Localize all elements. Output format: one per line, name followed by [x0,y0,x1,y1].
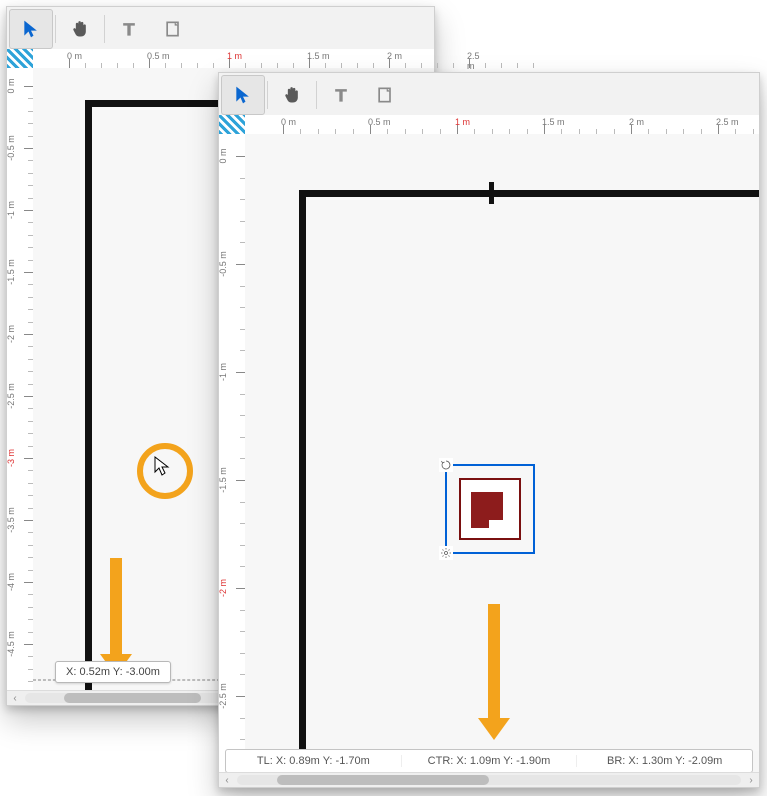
ruler-vertical[interactable]: 0 m -0.5 m -1 m -1.5 m -2 m -2.5 m [219,134,246,787]
scroll-left-button[interactable]: ‹ [7,691,23,705]
rectangle-tool-button[interactable] [363,75,407,115]
ruler-tick-label: -3.5 m [6,507,16,533]
placed-object-fill [471,492,503,520]
toolbar-separator [267,81,268,109]
ruler-origin[interactable] [219,115,246,135]
text-tool-button[interactable] [107,9,151,49]
ruler-tick-label: -2.5 m [6,383,16,409]
scroll-left-button[interactable]: ‹ [219,773,235,787]
ruler-tick-label: -3 m [6,449,16,467]
wall-vertical [85,100,92,690]
pan-tool-button[interactable] [58,9,102,49]
toolbar-separator [104,15,105,43]
text-icon [119,19,139,39]
wall-horizontal [299,190,759,197]
ruler-tick-label: -2.5 m [218,683,228,709]
placed-object-fill [471,518,489,528]
toolbar-separator [55,15,56,43]
status-bar: TL: X: 0.89m Y: -1.70m CTR: X: 1.09m Y: … [225,749,753,773]
rectangle-tool-button[interactable] [151,9,195,49]
coordinate-tooltip: X: 0.52m Y: -3.00m [55,661,171,683]
select-tool-button[interactable] [9,9,53,49]
ruler-tick-label: 0 m [218,148,228,163]
attention-arrow [105,558,127,678]
scroll-thumb[interactable] [277,775,489,785]
select-tool-button[interactable] [221,75,265,115]
text-icon [331,85,351,105]
wall-joint [489,182,494,204]
ruler-origin[interactable] [7,49,34,69]
ruler-tick-label: 0 m [6,78,16,93]
scroll-track[interactable] [237,775,741,785]
scroll-right-button[interactable]: › [743,773,759,787]
wall-vertical [299,190,306,750]
ruler-tick-label: -4 m [6,573,16,591]
text-tool-button[interactable] [319,75,363,115]
ruler-tick-label: -1.5 m [6,259,16,285]
hand-icon [282,85,302,105]
toolbar [219,73,759,118]
toolbar [7,7,434,52]
scroll-thumb[interactable] [64,693,201,703]
selection-box[interactable] [445,464,535,554]
ruler-tick-label: -0.5 m [218,251,228,277]
ruler-tick-label: -1 m [6,201,16,219]
ruler-tick-label: 2.5 m [716,117,739,127]
hand-icon [70,19,90,39]
ruler-tick-label: -1 m [218,363,228,381]
canvas[interactable] [245,134,759,751]
ruler-tick-label: -4.5 m [6,631,16,657]
ruler-tick-label: -2 m [218,579,228,597]
ruler-tick-label: 1.5 m [307,51,330,61]
canvas-area[interactable]: 0 m0.5 m1 m1.5 m2 m2.5 m 0 m -0.5 m -1 m -1… [219,115,759,787]
scrollbar-horizontal[interactable]: ‹ › [219,772,759,787]
pan-tool-button[interactable] [270,75,314,115]
editor-window-right: 0 m0.5 m1 m1.5 m2 m2.5 m 0 m -0.5 m -1 m -1… [218,72,760,788]
page-icon [375,85,395,105]
status-tl: TL: X: 0.89m Y: -1.70m [226,755,402,767]
ruler-horizontal[interactable]: 0 m0.5 m1 m1.5 m2 m2.5 m [245,115,759,135]
mouse-cursor-icon [154,456,170,479]
ruler-tick-label: -2 m [6,325,16,343]
ruler-tick-label: -0.5 m [6,135,16,161]
rotate-handle[interactable] [439,458,453,472]
status-br: BR: X: 1.30m Y: -2.09m [577,755,752,767]
attention-arrow [483,604,505,744]
status-ctr: CTR: X: 1.09m Y: -1.90m [402,755,578,767]
settings-handle[interactable] [439,546,453,560]
ruler-tick-label: 0.5 m [147,51,170,61]
toolbar-separator [316,81,317,109]
ruler-tick-label: 1.5 m [542,117,565,127]
ruler-horizontal[interactable]: 0 m0.5 m1 m1.5 m2 m2.5 m [33,49,434,69]
cursor-icon [233,85,253,105]
ruler-vertical[interactable]: 0 m -0.5 m -1 m -1.5 m -2 m -2.5 m -3 m -3.5 m -… [7,68,34,705]
ruler-tick-label: -1.5 m [218,467,228,493]
page-icon [163,19,183,39]
ruler-tick-label: 0.5 m [368,117,391,127]
cursor-icon [21,19,41,39]
